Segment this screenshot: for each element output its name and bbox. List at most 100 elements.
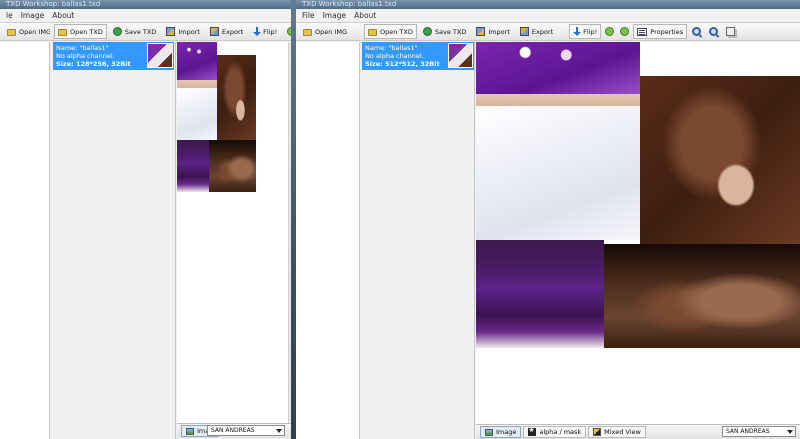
texture-skin-region <box>177 80 217 88</box>
menu-bar: File Image About <box>296 9 800 23</box>
texture-bandana-region <box>476 42 640 94</box>
export-button[interactable]: Export <box>206 24 247 39</box>
menu-file[interactable]: le <box>2 11 17 20</box>
txd-toolbar: Open TXD Save TXD Import Export Flip! Pr… <box>361 23 800 41</box>
rotate-right-button[interactable] <box>618 24 631 39</box>
tab-image-label: Image <box>496 428 517 436</box>
texture-purple-region <box>476 240 604 348</box>
rotate-left-icon <box>605 27 615 36</box>
properties-icon <box>637 27 648 36</box>
chevron-down-icon <box>276 429 282 433</box>
import-button[interactable]: Import <box>162 24 204 39</box>
game-select[interactable]: SAN ANDREAS <box>207 425 285 436</box>
texture-face2-region <box>604 244 800 348</box>
open-txd-button[interactable]: Open TXD <box>364 24 417 39</box>
import-label: Import <box>178 27 200 36</box>
copy-icon <box>726 27 736 36</box>
tab-image[interactable]: Image <box>480 426 522 438</box>
zoom-out-button[interactable] <box>706 24 721 39</box>
texture-viewer[interactable] <box>476 42 800 425</box>
import-icon <box>166 27 176 36</box>
flip-arrow-icon <box>573 27 582 36</box>
right-window: TXD Workshop: ballas1.txd File Image Abo… <box>296 0 800 439</box>
img-toolbar: Open IMG <box>0 23 50 41</box>
image-icon <box>485 428 493 436</box>
texture-face2-region <box>209 140 256 192</box>
open-txd-label: Open TXD <box>380 27 413 36</box>
open-img-button[interactable]: Open IMG <box>3 24 50 39</box>
window-title: TXD Workshop: ballas1.txd <box>296 0 800 9</box>
folder-icon <box>303 28 312 36</box>
image-icon <box>186 427 194 435</box>
export-button[interactable]: Export <box>516 24 557 39</box>
texture-shirt-region <box>476 106 640 240</box>
menu-file[interactable]: File <box>298 11 319 20</box>
export-label: Export <box>531 27 554 36</box>
export-icon <box>519 27 529 36</box>
img-file-list[interactable] <box>0 42 50 439</box>
chevron-down-icon <box>787 430 793 434</box>
flip-label: Flip! <box>263 27 278 36</box>
import-button[interactable]: Import <box>472 24 514 39</box>
texture-list[interactable]: Name: "ballas1" No alpha channel. Size: … <box>51 42 176 439</box>
texture-purple-region <box>177 140 209 192</box>
game-select-value: SAN ANDREAS <box>726 428 770 435</box>
open-img-button[interactable]: Open IMG <box>299 24 351 39</box>
open-txd-button[interactable]: Open TXD <box>54 24 107 39</box>
menu-about[interactable]: About <box>48 11 78 20</box>
save-txd-label: Save TXD <box>434 27 467 36</box>
game-select[interactable]: SAN ANDREAS <box>722 426 796 437</box>
texture-list-item[interactable]: Name: "ballas1" No alpha channel. Size: … <box>53 42 174 70</box>
texture-list-item[interactable]: Name: "ballas1" No alpha channel. Size: … <box>362 42 474 70</box>
properties-button[interactable]: Properties <box>633 24 688 39</box>
tab-mixed-view[interactable]: Mixed View <box>588 426 646 438</box>
left-window: TXD Workshop: ballas1.txd le Image About… <box>0 0 293 439</box>
texture-face-region <box>217 55 256 140</box>
save-icon <box>112 27 122 36</box>
menu-bar: le Image About <box>0 9 293 23</box>
tab-alpha-mask[interactable]: alpha / mask <box>523 426 587 438</box>
texture-skin-region <box>476 94 640 106</box>
img-toolbar: Open IMG <box>296 23 360 41</box>
window-title: TXD Workshop: ballas1.txd <box>0 0 293 9</box>
flip-button[interactable]: Flip! <box>569 24 602 39</box>
zoom-in-button[interactable] <box>689 24 704 39</box>
save-txd-button[interactable]: Save TXD <box>419 24 470 39</box>
save-icon <box>422 27 432 36</box>
open-img-label: Open IMG <box>315 27 347 36</box>
folder-icon <box>368 28 377 36</box>
open-img-label: Open IMG <box>19 27 50 36</box>
export-icon <box>209 27 219 36</box>
menu-image[interactable]: Image <box>17 11 49 20</box>
import-icon <box>476 27 486 36</box>
import-label: Import <box>488 27 510 36</box>
export-label: Export <box>221 27 244 36</box>
texture-shirt-region <box>177 88 217 140</box>
open-txd-label: Open TXD <box>70 27 103 36</box>
texture-bandana-region <box>177 42 217 80</box>
img-file-list[interactable] <box>296 42 360 439</box>
folder-icon <box>7 28 16 36</box>
properties-label: Properties <box>650 27 684 36</box>
tab-mixed-view-label: Mixed View <box>604 428 641 436</box>
rotate-left-button[interactable] <box>603 24 616 39</box>
zoom-in-icon <box>692 27 702 36</box>
flip-label: Flip! <box>583 27 598 36</box>
flip-button[interactable]: Flip! <box>249 24 281 39</box>
texture-thumbnail <box>448 43 473 68</box>
texture-list[interactable]: Name: "ballas1" No alpha channel. Size: … <box>361 42 475 439</box>
txd-toolbar: Open TXD Save TXD Import Export Flip! <box>51 23 293 41</box>
tab-alpha-mask-label: alpha / mask <box>539 428 582 436</box>
texture-thumbnail <box>147 43 173 68</box>
texture-viewer[interactable] <box>177 42 288 423</box>
game-select-value: SAN ANDREAS <box>211 427 255 434</box>
save-txd-button[interactable]: Save TXD <box>109 24 160 39</box>
mixed-view-icon <box>593 428 602 436</box>
copy-button[interactable] <box>723 24 738 39</box>
menu-image[interactable]: Image <box>319 11 351 20</box>
folder-icon <box>58 28 67 36</box>
rotate-right-icon <box>620 27 630 36</box>
alpha-mask-icon <box>528 426 537 436</box>
texture-face-region <box>640 76 800 244</box>
menu-about[interactable]: About <box>350 11 380 20</box>
